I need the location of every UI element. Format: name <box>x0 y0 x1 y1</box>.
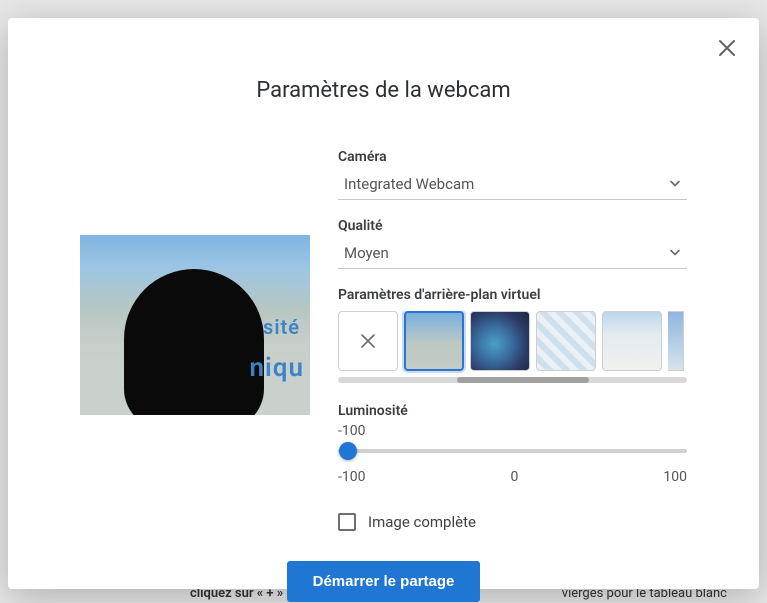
brightness-value: -100 <box>338 423 687 439</box>
preview-overlay-text: sité <box>263 315 300 339</box>
brightness-max: 100 <box>663 469 687 485</box>
camera-select-value: Integrated Webcam <box>338 169 687 199</box>
full-image-checkbox[interactable] <box>338 513 356 531</box>
chevron-down-icon <box>669 244 681 263</box>
modal-title: Paramètres de la webcam <box>34 78 733 103</box>
camera-label: Caméra <box>338 149 687 165</box>
virtual-bg-option-1[interactable] <box>404 311 464 371</box>
virtual-bg-option-2[interactable] <box>470 311 530 371</box>
chevron-down-icon <box>669 175 681 194</box>
scrollbar-thumb[interactable] <box>457 377 590 383</box>
quality-label: Qualité <box>338 218 687 234</box>
webcam-preview: sité niqu <box>80 235 310 415</box>
virtual-bg-none[interactable] <box>338 311 398 371</box>
virtual-bg-label: Paramètres d'arrière-plan virtuel <box>338 287 687 303</box>
x-icon <box>359 332 377 350</box>
virtual-bg-option-3[interactable] <box>536 311 596 371</box>
close-icon <box>718 39 736 57</box>
quality-select[interactable]: Moyen <box>338 238 687 269</box>
brightness-label: Luminosité <box>338 403 687 419</box>
start-sharing-button[interactable]: Démarrer le partage <box>287 561 481 602</box>
camera-select[interactable]: Integrated Webcam <box>338 169 687 200</box>
virtual-bg-option-5[interactable] <box>668 311 684 371</box>
brightness-range-labels: -100 0 100 <box>338 469 687 485</box>
brightness-slider[interactable] <box>338 441 687 461</box>
slider-thumb[interactable] <box>339 442 357 460</box>
full-image-label: Image complète <box>368 513 476 531</box>
brightness-mid: 0 <box>511 469 519 485</box>
virtual-bg-option-4[interactable] <box>602 311 662 371</box>
virtual-bg-options <box>338 311 687 375</box>
virtual-bg-scrollbar[interactable] <box>338 377 687 383</box>
webcam-settings-modal: Paramètres de la webcam sité niqu Caméra… <box>8 18 759 589</box>
preview-overlay-text2: niqu <box>250 353 304 383</box>
brightness-min: -100 <box>338 469 365 485</box>
quality-select-value: Moyen <box>338 238 687 268</box>
slider-rail <box>338 449 687 453</box>
close-button[interactable] <box>713 34 741 62</box>
